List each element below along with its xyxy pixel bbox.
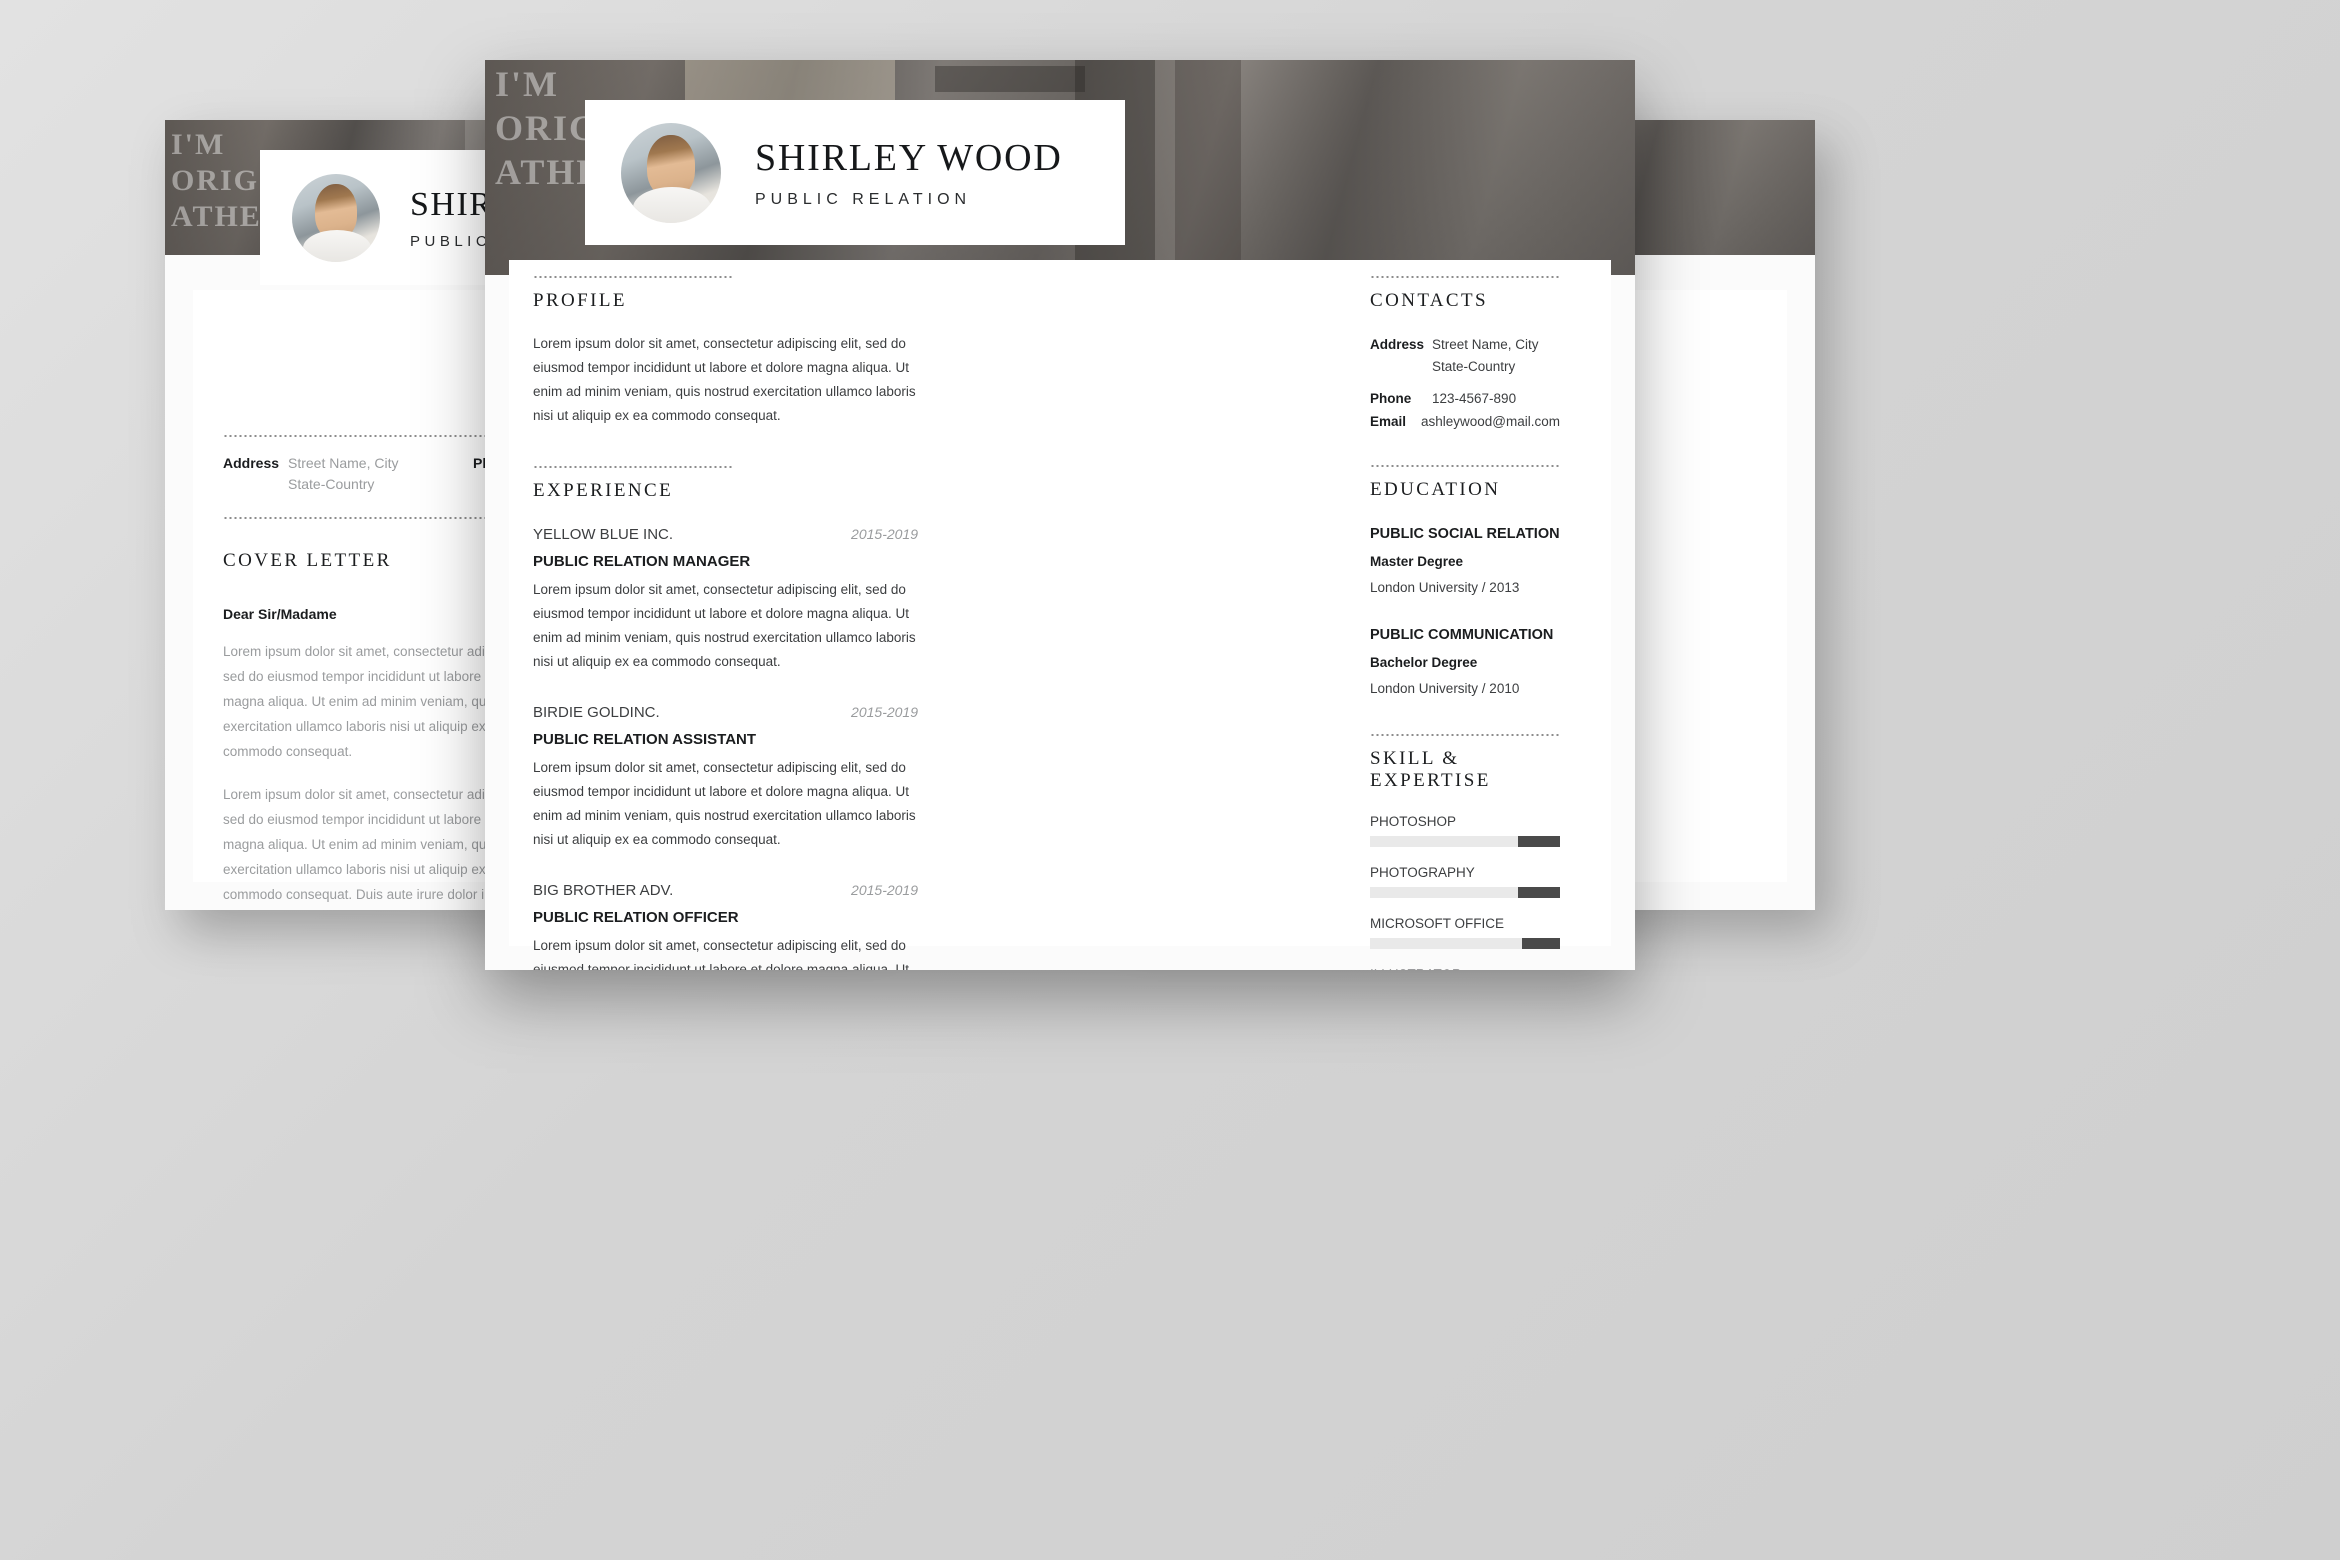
contacts-phone-label: Phone (1370, 391, 1412, 407)
education-degree: Master Degree (1370, 554, 1464, 570)
page-title: SHIRLEY WOOD (755, 137, 1063, 179)
banner-letter-line-1: I'M (495, 64, 559, 104)
skill-item: ILLUSTRATOR (1370, 967, 1560, 970)
address-line-2: State-Country (288, 476, 375, 492)
profile-text: Lorem ipsum dolor sit amet, consectetur … (533, 336, 916, 424)
skill-name: ILLUSTRATOR (1370, 967, 1560, 970)
education-section-title: EDUCATION (1370, 479, 1501, 501)
experience-position: PUBLIC RELATION OFFICER (533, 909, 739, 927)
skill-name: PHOTOGRAPHY (1370, 865, 1475, 881)
education-item: PUBLIC COMMUNICATION Bachelor Degree Lon… (1370, 624, 1560, 700)
contacts-address-line-1: Street Name, City (1432, 337, 1539, 352)
banner-sign-block (935, 66, 1085, 92)
skill-bar[interactable] (1370, 938, 1560, 950)
skill-item: PHOTOSHOP (1370, 814, 1560, 848)
contacts-phone-value[interactable]: 123-4567-890 (1432, 391, 1516, 406)
education-school: London University / 2013 (1370, 580, 1520, 596)
education-program: PUBLIC COMMUNICATION (1370, 626, 1554, 643)
experience-dates: 2015-2019 (851, 526, 918, 543)
skill-name: MICROSOFT OFFICE (1370, 916, 1504, 932)
experience-text: Lorem ipsum dolor sit amet, consectetur … (533, 582, 916, 670)
avatar (621, 122, 721, 223)
contacts-address-label: Address (1370, 337, 1425, 352)
banner-person-block-2 (1175, 60, 1241, 275)
experience-dates: 2015-2019 (851, 882, 918, 899)
contacts-address-line-2: State-Country (1432, 358, 1516, 374)
contacts-section-title: CONTACTS (1370, 290, 1488, 311)
experience-item: BIG BROTHER ADV. 2015-2019 PUBLIC RELATI… (533, 882, 918, 970)
skill-name: PHOTOSHOP (1370, 814, 1457, 830)
skills-section-title: SKILL & EXPERTISE (1370, 748, 1491, 792)
address-line-1: Street Name, City (288, 455, 399, 471)
experience-position: PUBLIC RELATION MANAGER (533, 553, 751, 571)
resume-page[interactable]: I'M ORIGI ATHER SHIRLEY WOOD PUBLIC RELA… (485, 60, 1635, 970)
education-degree: Bachelor Degree (1370, 654, 1478, 670)
experience-dates: 2015-2019 (851, 704, 918, 721)
skills-divider (1370, 734, 1560, 737)
resume-header-card: SHIRLEY WOOD PUBLIC RELATION (585, 100, 1125, 245)
skill-bar[interactable] (1370, 887, 1560, 899)
experience-text: Lorem ipsum dolor sit amet, consectetur … (533, 760, 916, 848)
education-item: PUBLIC SOCIAL RELATION Master Degree Lon… (1370, 523, 1560, 599)
skill-item: PHOTOGRAPHY (1370, 865, 1560, 899)
education-program: PUBLIC SOCIAL RELATION (1370, 526, 1560, 543)
profile-section-title: PROFILE (533, 290, 627, 311)
contacts-divider (1370, 276, 1560, 278)
experience-company: YELLOW BLUE INC. (533, 526, 674, 544)
page-subtitle: PUBLIC RELATION (755, 191, 972, 208)
experience-position: PUBLIC RELATION ASSISTANT (533, 731, 757, 749)
banner-letter-line-2: ORIG (171, 164, 260, 197)
avatar (292, 173, 380, 262)
skill-bar-fill (1518, 836, 1560, 848)
skill-bar-fill (1522, 938, 1560, 950)
experience-section-title: EXPERIENCE (533, 480, 674, 502)
experience-text: Lorem ipsum dolor sit amet, consectetur … (533, 938, 909, 970)
experience-item: YELLOW BLUE INC. 2015-2019 PUBLIC RELATI… (533, 526, 918, 674)
skill-bar[interactable] (1370, 836, 1560, 848)
contacts-email-value[interactable]: ashleywood@mail.com (1421, 414, 1560, 429)
education-school: London University / 2010 (1370, 680, 1520, 696)
experience-item: BIRDIE GOLDINC. 2015-2019 PUBLIC RELATIO… (533, 704, 918, 852)
experience-company: BIRDIE GOLDINC. (533, 704, 660, 722)
experience-divider (533, 466, 733, 469)
skill-item: MICROSOFT OFFICE (1370, 916, 1560, 950)
address-label: Address (223, 455, 280, 471)
experience-company: BIG BROTHER ADV. (533, 882, 674, 900)
profile-divider (533, 276, 733, 278)
banner-letter-line-1: I'M (171, 128, 226, 161)
education-divider (1370, 465, 1560, 468)
contacts-email-label: Email (1370, 414, 1407, 430)
skill-bar-fill (1518, 887, 1560, 899)
